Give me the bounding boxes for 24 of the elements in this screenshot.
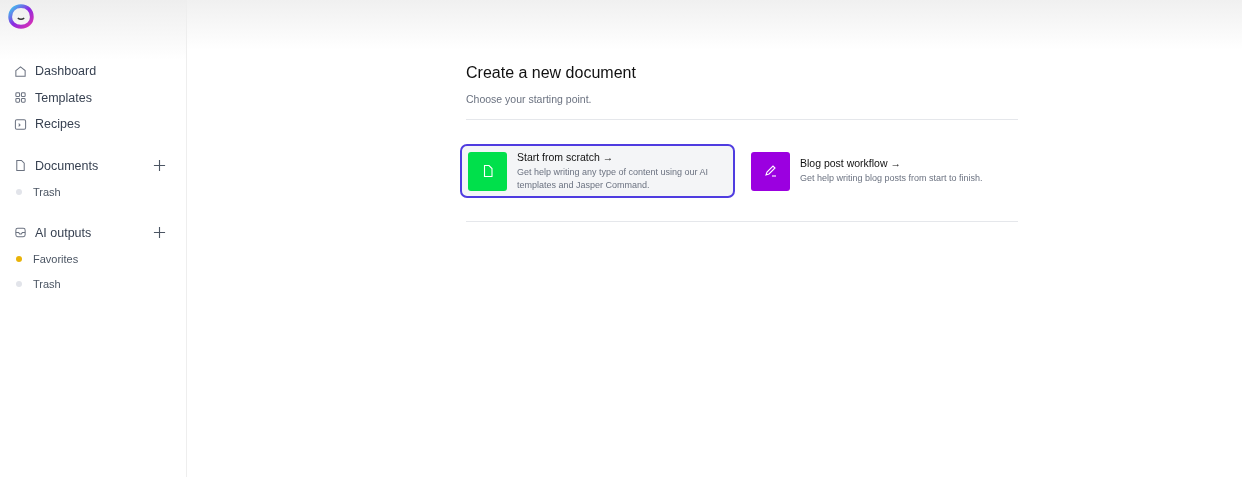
document-icon	[14, 159, 27, 172]
option-card[interactable]: Start from scratch → Get help writing any type of content using our AI templates and Jasper Command.	[460, 144, 735, 198]
logo-icon[interactable]	[8, 4, 34, 30]
terminal-icon	[14, 117, 27, 131]
option-card[interactable]: Blog post workflow → Get help writing blog posts from start to finish.	[743, 144, 1018, 198]
inbox-icon	[14, 226, 27, 239]
sidebar-item[interactable]: Trash	[8, 271, 186, 297]
option-description: Get help writing blog posts from start to finish.	[800, 172, 983, 185]
page-title: Create a new document	[466, 64, 637, 82]
option-description: Get help writing any type of content using our AI templates and Jasper Command.	[517, 166, 710, 191]
page-subtitle: Choose your starting point.	[466, 93, 593, 105]
nav-item[interactable]: Templates	[8, 84, 186, 111]
section-item[interactable]: AI outputs	[14, 225, 92, 240]
section-item[interactable]: Documents	[14, 158, 99, 173]
add-icon[interactable]	[153, 226, 166, 239]
option-title: Start from scratch →	[517, 151, 615, 164]
add-icon[interactable]	[153, 159, 166, 172]
sidebar-item[interactable]: Favorites	[8, 246, 186, 272]
home-icon	[14, 64, 27, 78]
grid-icon	[14, 91, 27, 105]
nav-item[interactable]: Recipes	[8, 111, 186, 138]
option-title: Blog post workflow →	[800, 157, 902, 170]
sidebar-item[interactable]: Trash	[8, 179, 186, 205]
nav-item[interactable]: Dashboard	[8, 58, 186, 85]
